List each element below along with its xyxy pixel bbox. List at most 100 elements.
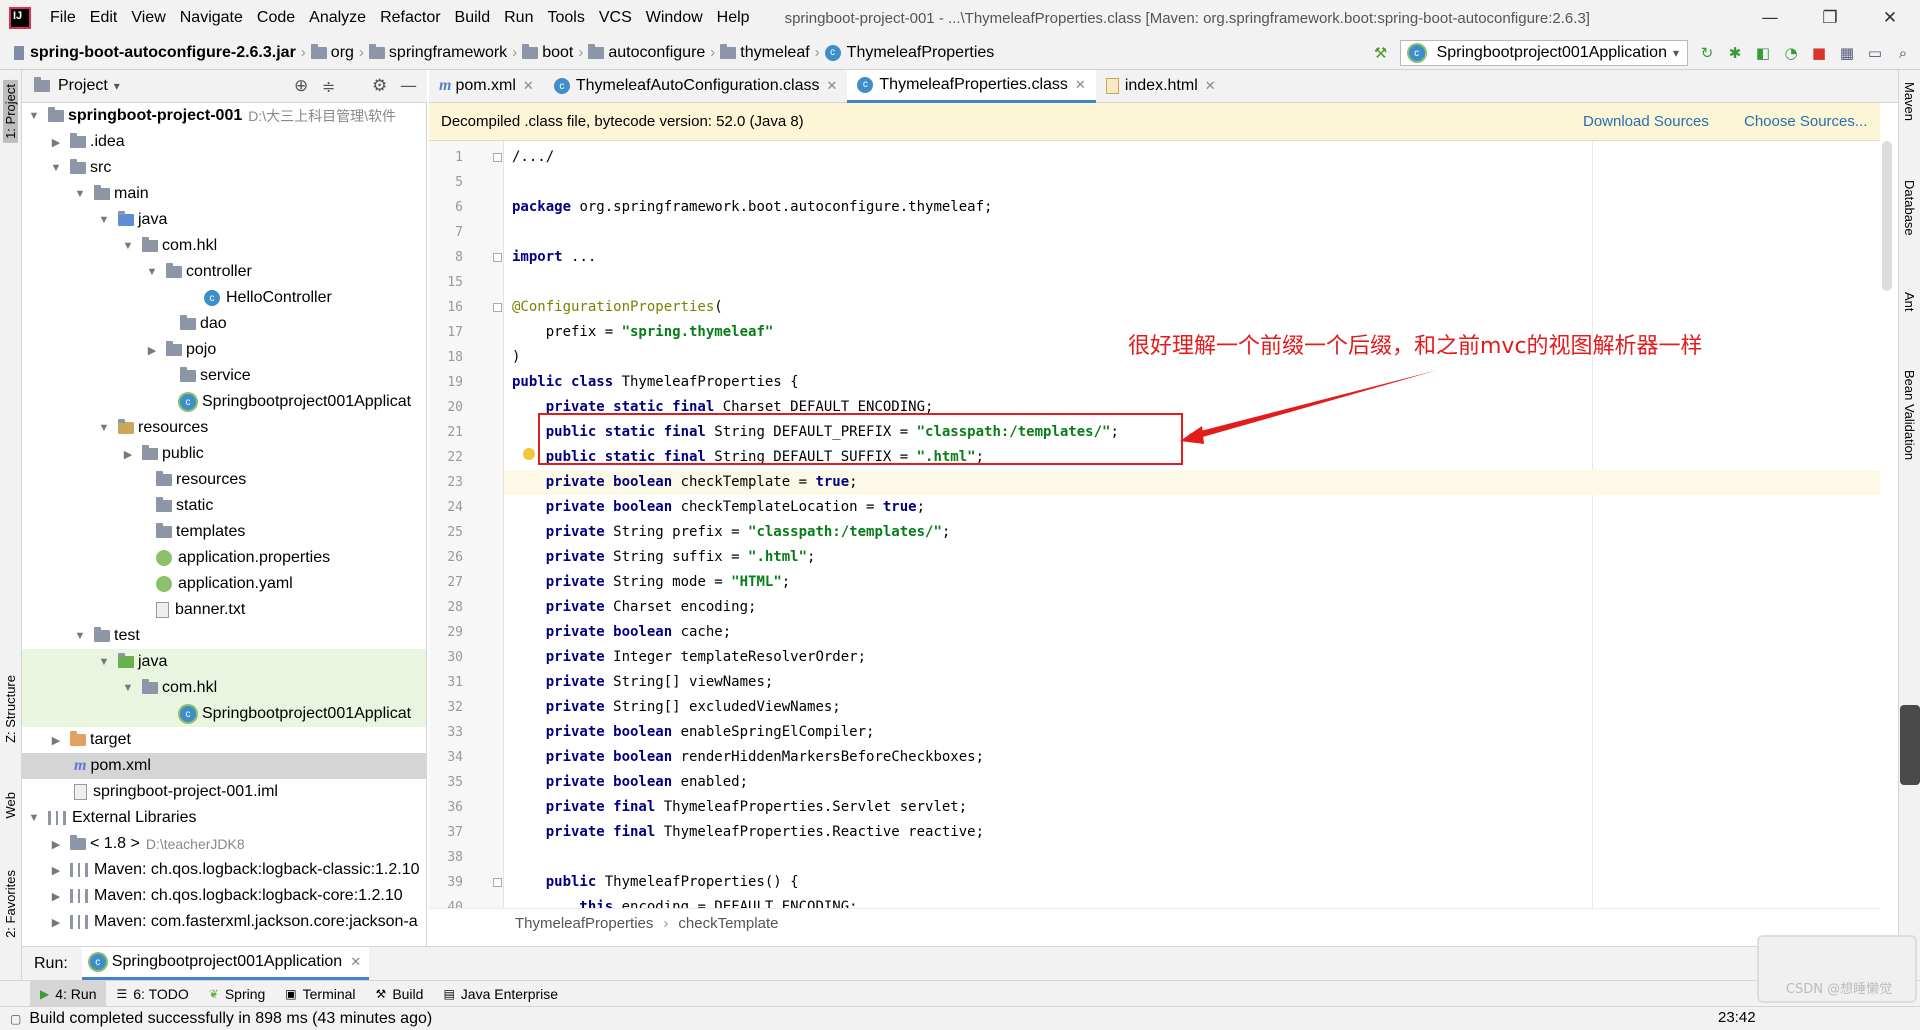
presentation-icon[interactable]: ▭ <box>1866 44 1884 62</box>
code-editor[interactable]: /.../ package org.springframework.boot.au… <box>504 141 1880 908</box>
chevron-right-icon[interactable]: ▶ <box>48 734 64 747</box>
tab-thymeleaf-autoconfiguration[interactable]: c ThymeleafAutoConfiguration.class ✕ <box>544 70 848 103</box>
tree-node-dao[interactable]: dao <box>22 311 426 337</box>
search-icon[interactable]: ⌕ <box>1894 44 1912 62</box>
tree-node-test-com-hkl[interactable]: ▼ com.hkl <box>22 675 426 701</box>
chevron-down-icon[interactable]: ▾ <box>114 79 120 93</box>
locate-icon[interactable]: ⊕ <box>294 76 308 96</box>
menu-analyze[interactable]: Analyze <box>302 9 373 27</box>
run-configuration-select[interactable]: c Springbootproject001Application ▾ <box>1399 40 1688 66</box>
tree-node-test-java[interactable]: ▼ java <box>22 649 426 675</box>
chevron-down-icon[interactable]: ▼ <box>26 110 42 122</box>
menu-navigate[interactable]: Navigate <box>173 9 250 27</box>
menu-tools[interactable]: Tools <box>540 9 591 27</box>
code-line[interactable]: ) <box>512 345 520 370</box>
rerun-icon[interactable]: ↻ <box>1698 44 1716 62</box>
chevron-right-icon[interactable]: ▶ <box>48 136 64 149</box>
tree-node-static[interactable]: static <box>22 493 426 519</box>
tree-node-resources-sub[interactable]: resources <box>22 467 426 493</box>
code-line[interactable]: private final ThymeleafProperties.Reacti… <box>512 820 984 845</box>
code-line[interactable]: prefix = "spring.thymeleaf" <box>512 320 774 345</box>
chevron-down-icon[interactable]: ▼ <box>96 214 112 226</box>
web-tool-tab[interactable]: Web <box>3 792 18 819</box>
tree-node-src[interactable]: ▼ src <box>22 155 426 181</box>
code-line[interactable]: import ... <box>512 245 596 270</box>
code-line[interactable]: private boolean checkTemplate = true; <box>504 470 1880 495</box>
tree-node-lib-jackson[interactable]: ▶ Maven: com.fasterxml.jackson.core:jacks… <box>22 909 426 935</box>
fold-marker-icon[interactable] <box>493 878 502 887</box>
code-line[interactable]: public class ThymeleafProperties { <box>512 370 799 395</box>
tree-node-external-libraries[interactable]: ▼ External Libraries <box>22 805 426 831</box>
profile-icon[interactable]: ◔ <box>1782 44 1800 62</box>
tab-index-html[interactable]: index.html ✕ <box>1096 70 1226 103</box>
menu-window[interactable]: Window <box>639 9 710 27</box>
chevron-down-icon[interactable]: ▼ <box>72 630 88 642</box>
chevron-down-icon[interactable]: ▼ <box>26 812 42 824</box>
menu-edit[interactable]: Edit <box>83 9 125 27</box>
code-line[interactable]: private String[] viewNames; <box>512 670 774 695</box>
code-line[interactable]: private String suffix = ".html"; <box>512 545 816 570</box>
code-crumb-member[interactable]: checkTemplate <box>678 915 778 932</box>
close-tab-icon[interactable]: ✕ <box>523 78 534 94</box>
chevron-down-icon[interactable]: ▼ <box>96 656 112 668</box>
fold-marker-icon[interactable] <box>493 303 502 312</box>
tree-node-application-properties[interactable]: application.properties <box>22 545 426 571</box>
code-line[interactable]: private boolean enabled; <box>512 770 748 795</box>
tree-node-banner-txt[interactable]: banner.txt <box>22 597 426 623</box>
code-line[interactable]: private boolean enableSpringElCompiler; <box>512 720 875 745</box>
tree-node-hellocontroller[interactable]: c HelloController <box>22 285 426 311</box>
tab-thymeleaf-properties[interactable]: c ThymeleafProperties.class ✕ <box>847 69 1096 103</box>
tree-node-lib-logback-core[interactable]: ▶ Maven: ch.qos.logback:logback-core:1.2.… <box>22 883 426 909</box>
collapse-all-icon[interactable]: ≑ <box>322 77 335 96</box>
tool-build[interactable]: ⚒ Build <box>366 981 434 1007</box>
code-line[interactable]: private Integer templateResolverOrder; <box>512 645 866 670</box>
code-crumb-class[interactable]: ThymeleafProperties <box>515 915 653 932</box>
code-line[interactable]: private boolean cache; <box>512 620 731 645</box>
tree-node-iml[interactable]: springboot-project-001.iml <box>22 779 426 805</box>
editor-scrollbar[interactable] <box>1882 141 1892 291</box>
tool-run[interactable]: ▶ 4: Run <box>30 980 107 1007</box>
tree-node-application-main[interactable]: c Springbootproject001Applicat <box>22 389 426 415</box>
restore-icon[interactable]: ❐ <box>1800 0 1860 36</box>
chevron-right-icon[interactable]: ▶ <box>48 890 64 903</box>
structure-tool-tab[interactable]: Z: Structure <box>3 675 18 743</box>
coverage-icon[interactable]: ◧ <box>1754 44 1772 62</box>
close-tab-icon[interactable]: ✕ <box>827 78 838 94</box>
tree-node-idea[interactable]: ▶ .idea <box>22 129 426 155</box>
tree-node-templates[interactable]: templates <box>22 519 426 545</box>
tree-node-test[interactable]: ▼ test <box>22 623 426 649</box>
code-line[interactable]: this.encoding = DEFAULT_ENCODING; <box>512 895 857 908</box>
chevron-down-icon[interactable]: ▼ <box>120 682 136 694</box>
tree-node-resources[interactable]: ▼ resources <box>22 415 426 441</box>
chevron-down-icon[interactable]: ▼ <box>96 422 112 434</box>
close-tab-icon[interactable]: ✕ <box>1075 77 1086 93</box>
breadcrumb-class[interactable]: ThymeleafProperties <box>847 44 995 62</box>
hammer-build-icon[interactable]: ⚒ <box>1372 44 1390 62</box>
tree-node-application-yaml[interactable]: application.yaml <box>22 571 426 597</box>
chevron-down-icon[interactable]: ▼ <box>72 188 88 200</box>
chevron-down-icon[interactable]: ▼ <box>48 162 64 174</box>
close-window-icon[interactable]: ✕ <box>1860 0 1920 36</box>
database-tool-tab[interactable]: Database <box>1902 180 1917 236</box>
fold-marker-icon[interactable] <box>493 153 502 162</box>
code-line[interactable]: private String prefix = "classpath:/temp… <box>512 520 951 545</box>
tree-node-pom-xml[interactable]: m pom.xml <box>22 753 426 779</box>
chevron-right-icon[interactable]: ▶ <box>48 838 64 851</box>
tool-todo[interactable]: ☰ 6: TODO <box>106 981 198 1007</box>
code-line[interactable]: /.../ <box>512 145 554 170</box>
ant-tool-tab[interactable]: Ant <box>1902 292 1917 312</box>
menu-vcs[interactable]: VCS <box>592 9 639 27</box>
tree-node-jdk[interactable]: ▶ < 1.8 > D:\teacherJDK8 <box>22 831 426 857</box>
maven-tool-tab[interactable]: Maven <box>1902 82 1917 121</box>
menu-code[interactable]: Code <box>250 9 302 27</box>
run-tab[interactable]: c Springbootproject001Application ✕ <box>81 947 370 980</box>
project-structure-icon[interactable]: ▦ <box>1838 44 1856 62</box>
tree-node-main-java[interactable]: ▼ java <box>22 207 426 233</box>
chevron-right-icon[interactable]: ▶ <box>120 448 136 461</box>
favorites-tool-tab[interactable]: 2: Favorites <box>3 870 18 938</box>
code-line[interactable]: @ConfigurationProperties( <box>512 295 723 320</box>
tree-node-public[interactable]: ▶ public <box>22 441 426 467</box>
chevron-down-icon[interactable]: ▼ <box>144 266 160 278</box>
tool-spring[interactable]: ❦ Spring <box>199 981 276 1007</box>
code-line[interactable]: public ThymeleafProperties() { <box>512 870 799 895</box>
